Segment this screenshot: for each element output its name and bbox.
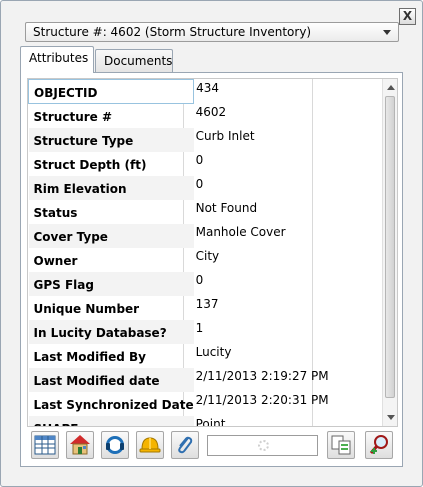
attribute-row[interactable]: Rim Elevation 0	[28, 175, 329, 200]
attribute-row[interactable]: Last Modified date 2/11/2013 2:19:27 PM	[28, 367, 329, 392]
attribute-field-name: Status	[33, 205, 78, 220]
attribute-field-name: In Lucity Database?	[28, 319, 194, 344]
table-button[interactable]	[31, 431, 59, 459]
copy-icon	[331, 435, 351, 455]
attribute-field-value: 2/11/2013 2:19:27 PM	[195, 368, 329, 383]
attribute-row[interactable]: OBJECTID 434	[28, 79, 329, 104]
attribute-field-value: 0	[195, 176, 204, 191]
toolbar	[31, 431, 396, 461]
attribute-field-value: Manhole Cover	[195, 224, 286, 239]
attribute-field-value: 0	[195, 272, 204, 287]
scroll-up-icon[interactable]	[387, 85, 395, 90]
attribute-field-name: Struct Depth (ft)	[33, 157, 147, 172]
attribute-field-value: 137	[195, 296, 219, 311]
attribute-field-value: 2/11/2013 2:20:31 PM	[195, 392, 329, 407]
attribute-row[interactable]: Status Not Found	[29, 200, 329, 224]
attribute-row[interactable]: In Lucity Database? 1	[28, 319, 329, 344]
close-button[interactable]: X	[399, 8, 416, 25]
chevron-down-icon	[383, 30, 391, 35]
zoom-to-button[interactable]	[365, 431, 393, 459]
attribute-row[interactable]: Struct Depth (ft) 0	[29, 152, 329, 176]
attribute-field-name: Last Synchronized Date	[33, 397, 194, 412]
attribute-field-value: 1	[195, 320, 204, 335]
attach-button[interactable]	[171, 431, 199, 459]
attribute-field-value: City	[195, 248, 220, 263]
search-input[interactable]	[207, 435, 318, 456]
paperclip-icon	[178, 436, 193, 454]
structure-dropdown-value: Structure #: 4602 (Storm Structure Inven…	[33, 25, 312, 39]
support-button[interactable]	[101, 431, 129, 459]
structure-dropdown[interactable]: Structure #: 4602 (Storm Structure Inven…	[25, 22, 399, 42]
attribute-field-name: Rim Elevation	[28, 175, 194, 200]
zoom-to-icon	[369, 435, 388, 454]
attribute-row[interactable]: GPS Flag 0	[28, 271, 329, 296]
attribute-row[interactable]: Owner City	[29, 248, 329, 272]
tab-attributes[interactable]: Attributes	[20, 46, 94, 73]
attribute-row[interactable]: Last Synchronized Date 2/11/2013 2:20:31 …	[29, 392, 329, 416]
headset-icon	[106, 436, 124, 454]
work-order-button[interactable]	[136, 431, 164, 459]
attribute-field-value: 434	[196, 80, 220, 95]
attribute-row[interactable]: Last Modified By Lucity	[29, 344, 329, 368]
attribute-field-name: SHAPE	[28, 415, 194, 426]
attribute-field-value: Point	[195, 416, 226, 427]
attribute-field-name: Last Modified By	[33, 349, 146, 364]
identify-panel: X Structure #: 4602 (Storm Structure Inv…	[0, 0, 423, 487]
attribute-field-value: Curb Inlet	[195, 128, 255, 143]
table-icon	[34, 435, 56, 455]
attribute-field-name: GPS Flag	[28, 271, 194, 296]
attribute-row[interactable]: Structure # 4602	[29, 104, 329, 128]
home-button[interactable]	[66, 431, 94, 459]
attribute-table: OBJECTID 434 Structure #4602 Structure Type…	[28, 79, 329, 427]
attribute-row[interactable]: Cover Type Manhole Cover	[28, 223, 329, 248]
attribute-field-name: Owner	[33, 253, 78, 268]
attribute-field-name: Cover Type	[28, 223, 194, 248]
home-icon	[70, 435, 90, 455]
attribute-field-value: 4602	[195, 104, 227, 119]
scroll-down-icon[interactable]	[387, 415, 395, 420]
attribute-field-name: Last Modified date	[28, 367, 194, 392]
attribute-field-value: Not Found	[195, 200, 258, 215]
loading-spinner-icon	[258, 440, 269, 451]
copy-button[interactable]	[327, 431, 355, 459]
attribute-row[interactable]: Unique Number 137	[29, 296, 329, 320]
attribute-field-value: Lucity	[195, 344, 232, 359]
tab-documents[interactable]: Documents	[95, 49, 173, 72]
attribute-field-name: Unique Number	[33, 301, 140, 316]
attribute-field-name: OBJECTID	[28, 79, 195, 104]
attribute-field-value: 0	[195, 152, 204, 167]
vertical-scrollbar[interactable]	[382, 79, 397, 426]
attribute-field-name: Structure Type	[28, 127, 194, 152]
attribute-grid: OBJECTID 434 Structure #4602 Structure Type…	[27, 78, 398, 427]
attribute-row[interactable]: SHAPEPoint	[28, 415, 329, 427]
attribute-field-name: Structure #	[33, 110, 113, 124]
attribute-row[interactable]: Structure Type Curb Inlet	[28, 127, 329, 152]
scroll-thumb[interactable]	[385, 96, 395, 398]
hardhat-icon	[139, 437, 161, 453]
